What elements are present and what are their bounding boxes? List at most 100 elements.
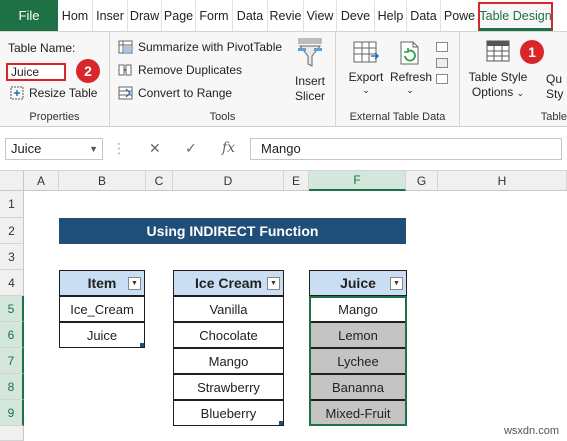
tab-help[interactable]: Help <box>374 0 406 31</box>
table-style-chevron-icon: ⌄ <box>516 88 525 98</box>
resize-table-icon <box>10 86 24 100</box>
table-style-options-group: Table Style Options ⌄ 1 Qu Sty Table <box>460 32 567 127</box>
insert-slicer-label-2: Slicer <box>294 89 325 103</box>
tab-file[interactable]: File <box>0 0 58 31</box>
tab-data[interactable]: Data <box>232 0 267 31</box>
cancel-icon[interactable]: ✕ <box>149 140 161 157</box>
juice-table-header[interactable]: Juice ▼ <box>309 270 407 296</box>
table-style-options-label-1: Table Style <box>468 70 528 84</box>
ribbon-tab-bar: File Hom Inser Draw Page Form Data Revie… <box>0 0 567 32</box>
icecream-cell-1[interactable]: Vanilla <box>173 296 284 322</box>
column-header-h[interactable]: H <box>438 171 567 191</box>
export-label: Export <box>348 70 384 84</box>
juice-cell-2[interactable]: Lemon <box>309 322 407 348</box>
row-header-1[interactable]: 1 <box>0 191 24 218</box>
row-header-6[interactable]: 6 <box>0 322 24 348</box>
external-small-buttons <box>436 42 450 84</box>
tab-draw[interactable]: Draw <box>127 0 161 31</box>
icecream-table-header[interactable]: Ice Cream ▼ <box>173 270 284 296</box>
icecream-cell-3[interactable]: Mango <box>173 348 284 374</box>
item-table-resize-handle[interactable] <box>140 343 144 347</box>
name-box[interactable]: Juice ▼ <box>5 138 103 160</box>
open-browser-small-icon[interactable] <box>436 58 448 68</box>
table-style-options-button[interactable]: Table Style Options ⌄ <box>468 38 528 101</box>
tools-group-label: Tools <box>209 111 236 123</box>
formula-options-icon: ⋮ <box>112 140 126 156</box>
tab-review[interactable]: Revie <box>267 0 303 31</box>
row-header-10[interactable] <box>0 426 24 441</box>
column-header-e[interactable]: E <box>284 171 309 191</box>
icecream-table-resize-handle[interactable] <box>279 421 283 425</box>
properties-small-icon[interactable] <box>436 42 448 52</box>
row-header-5[interactable]: 5 <box>0 296 24 322</box>
column-header-b[interactable]: B <box>59 171 146 191</box>
properties-group-label: Properties <box>29 111 80 123</box>
row-header-7[interactable]: 7 <box>0 348 24 374</box>
remove-duplicates-button[interactable]: Remove Duplicates <box>118 63 242 77</box>
item-cell-2[interactable]: Juice <box>59 322 145 348</box>
juice-cell-4[interactable]: Bananna <box>309 374 407 400</box>
resize-table-button[interactable]: Resize Table <box>10 86 97 100</box>
summarize-pivot-button[interactable]: Summarize with PivotTable <box>118 40 282 54</box>
step-badge-1: 1 <box>520 40 544 64</box>
pivot-table-icon <box>118 40 133 54</box>
column-header-f[interactable]: F <box>309 171 406 191</box>
step-badge-2: 2 <box>76 59 100 83</box>
row-header-3[interactable]: 3 <box>0 244 24 270</box>
refresh-chevron-icon: ⌄ <box>406 85 414 95</box>
export-button[interactable]: Export ⌄ <box>346 40 386 96</box>
tab-view[interactable]: View <box>303 0 336 31</box>
convert-to-range-button[interactable]: Convert to Range <box>118 86 232 100</box>
column-header-d[interactable]: D <box>173 171 284 191</box>
tab-data-2[interactable]: Data <box>406 0 440 31</box>
row-header-9[interactable]: 9 <box>0 400 24 426</box>
tab-power[interactable]: Powe <box>440 0 478 31</box>
row-header-2[interactable]: 2 <box>0 218 24 244</box>
slicer-icon <box>298 38 322 67</box>
column-header-c[interactable]: C <box>146 171 173 191</box>
convert-to-range-label: Convert to Range <box>138 86 233 100</box>
column-header-g[interactable]: G <box>406 171 438 191</box>
tab-developer[interactable]: Deve <box>336 0 374 31</box>
juice-cell-5[interactable]: Mixed-Fruit <box>309 400 407 426</box>
summarize-pivot-label: Summarize with PivotTable <box>138 40 283 54</box>
tab-formulas[interactable]: Form <box>195 0 232 31</box>
quick-styles-button[interactable]: Qu Sty <box>546 72 567 102</box>
insert-slicer-button[interactable]: Insert Slicer <box>288 36 332 104</box>
tab-home[interactable]: Hom <box>58 0 92 31</box>
insert-slicer-label-1: Insert <box>294 74 325 88</box>
item-table-header[interactable]: Item ▼ <box>59 270 145 296</box>
icecream-cell-5[interactable]: Blueberry <box>173 400 284 426</box>
table-styles-group-label: Table <box>540 111 567 123</box>
formula-input[interactable]: Mango <box>250 138 562 160</box>
unlink-small-icon[interactable] <box>436 74 448 84</box>
remove-duplicates-label: Remove Duplicates <box>138 63 243 77</box>
table-style-options-icon <box>486 40 510 62</box>
name-box-dropdown-icon[interactable]: ▼ <box>89 139 98 159</box>
row-header-4[interactable]: 4 <box>0 270 24 296</box>
refresh-icon <box>400 41 419 65</box>
formula-bar: Juice ▼ ⋮ ✕ ✓ fx Mango <box>0 127 567 171</box>
enter-icon[interactable]: ✓ <box>185 140 197 157</box>
juice-cell-3[interactable]: Lychee <box>309 348 407 374</box>
item-filter-dropdown-icon[interactable]: ▼ <box>128 277 141 290</box>
sheet-title[interactable]: Using INDIRECT Function <box>59 218 406 244</box>
tab-table-design[interactable]: Table Design <box>478 2 553 31</box>
row-header-8[interactable]: 8 <box>0 374 24 400</box>
insert-function-icon[interactable]: fx <box>222 140 235 156</box>
select-all-corner[interactable] <box>0 171 24 191</box>
quick-styles-label-1: Qu <box>546 72 563 86</box>
tab-page-layout[interactable]: Page <box>161 0 195 31</box>
icecream-filter-dropdown-icon[interactable]: ▼ <box>267 277 280 290</box>
name-box-value: Juice <box>11 141 42 156</box>
refresh-button[interactable]: Refresh ⌄ <box>390 40 432 96</box>
icecream-cell-4[interactable]: Strawberry <box>173 374 284 400</box>
icecream-cell-2[interactable]: Chocolate <box>173 322 284 348</box>
column-header-a[interactable]: A <box>24 171 59 191</box>
tab-insert[interactable]: Inser <box>92 0 127 31</box>
table-name-label: Table Name: <box>8 41 76 55</box>
juice-cell-1[interactable]: Mango <box>309 296 407 322</box>
juice-filter-dropdown-icon[interactable]: ▼ <box>390 277 403 290</box>
table-name-input[interactable]: Juice <box>6 63 66 81</box>
item-cell-1[interactable]: Ice_Cream <box>59 296 145 322</box>
